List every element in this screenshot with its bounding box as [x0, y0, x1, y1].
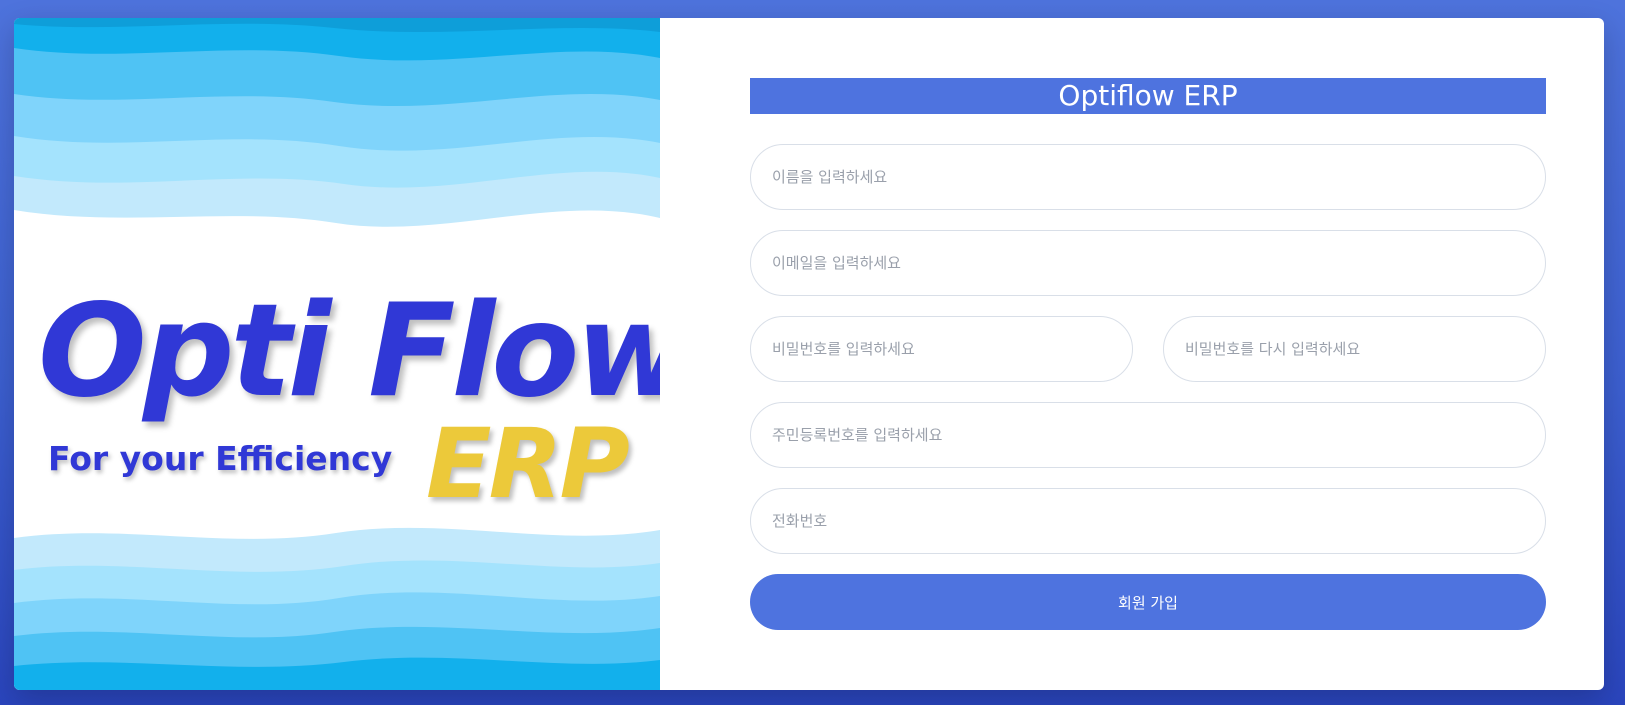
signup-form: Optiflow ERP 회원 가입 — [750, 78, 1546, 630]
email-input[interactable] — [750, 230, 1546, 296]
logo-erp-mark: ERP — [426, 408, 630, 520]
password-confirm-input[interactable] — [1163, 316, 1546, 382]
form-title: Optiflow ERP — [750, 78, 1546, 114]
phone-input[interactable] — [750, 488, 1546, 554]
password-row — [750, 316, 1546, 382]
brand-hero-image: Opti Flow For your Efficiency ERP — [14, 18, 660, 690]
signup-button[interactable]: 회원 가입 — [750, 574, 1546, 630]
signup-card: Opti Flow For your Efficiency ERP Optifl… — [14, 18, 1604, 690]
name-input[interactable] — [750, 144, 1546, 210]
logo-wordmark: Opti Flow — [38, 277, 660, 426]
logo-tagline: For your Efficiency — [48, 439, 393, 478]
resident-number-input[interactable] — [750, 402, 1546, 468]
password-input[interactable] — [750, 316, 1133, 382]
